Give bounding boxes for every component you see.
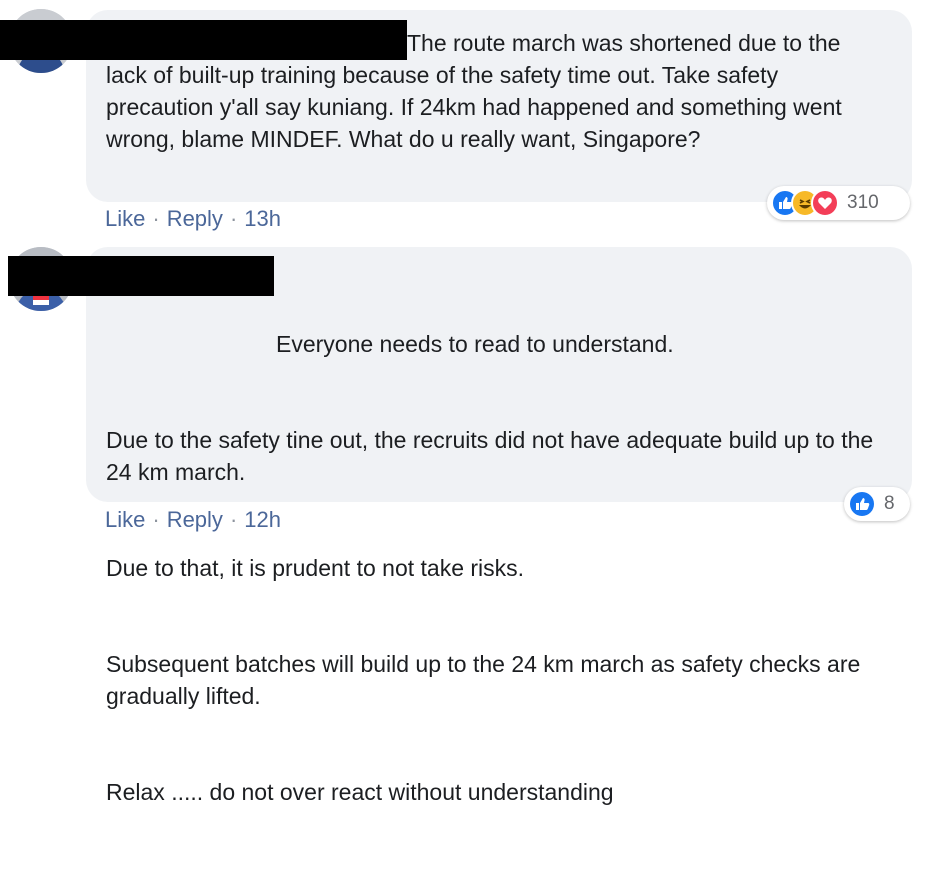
timestamp[interactable]: 13h: [244, 206, 281, 232]
comment-actions: Like · Reply · 12h: [105, 507, 281, 533]
comment-line: Everyone needs to read to understand.: [276, 331, 674, 357]
separator: ·: [229, 206, 238, 231]
comment-bubble: The route march was shortened due to the…: [0, 10, 912, 202]
comment-actions: Like · Reply · 13h: [105, 206, 281, 232]
reaction-count: 8: [884, 493, 895, 514]
comment-line: Relax ..... do not over react without un…: [106, 779, 614, 805]
comment-line: Due to that, it is prudent to not take r…: [106, 555, 525, 581]
separator: ·: [152, 206, 160, 231]
comment-line: Subsequent batches will build up to the …: [106, 651, 867, 709]
comment-text: The route march was shortened due to the…: [106, 30, 849, 152]
like-icon: [848, 490, 876, 518]
comment-bubble: Everyone needs to read to understand. Du…: [8, 247, 912, 805]
comment-text: Everyone needs to read to understand. Du…: [106, 264, 882, 872]
reaction-summary[interactable]: 8: [844, 487, 910, 521]
reply-link[interactable]: Reply: [167, 206, 223, 232]
separator: ·: [229, 507, 238, 532]
like-link[interactable]: Like: [105, 507, 145, 533]
reaction-count: 310: [847, 192, 879, 213]
comment-line: Due to the safety tine out, the recruits…: [106, 427, 880, 485]
reaction-summary[interactable]: 310: [767, 186, 910, 220]
timestamp[interactable]: 12h: [244, 507, 281, 533]
separator: ·: [152, 507, 160, 532]
like-link[interactable]: Like: [105, 206, 145, 232]
love-icon: [811, 189, 839, 217]
reply-link[interactable]: Reply: [167, 507, 223, 533]
